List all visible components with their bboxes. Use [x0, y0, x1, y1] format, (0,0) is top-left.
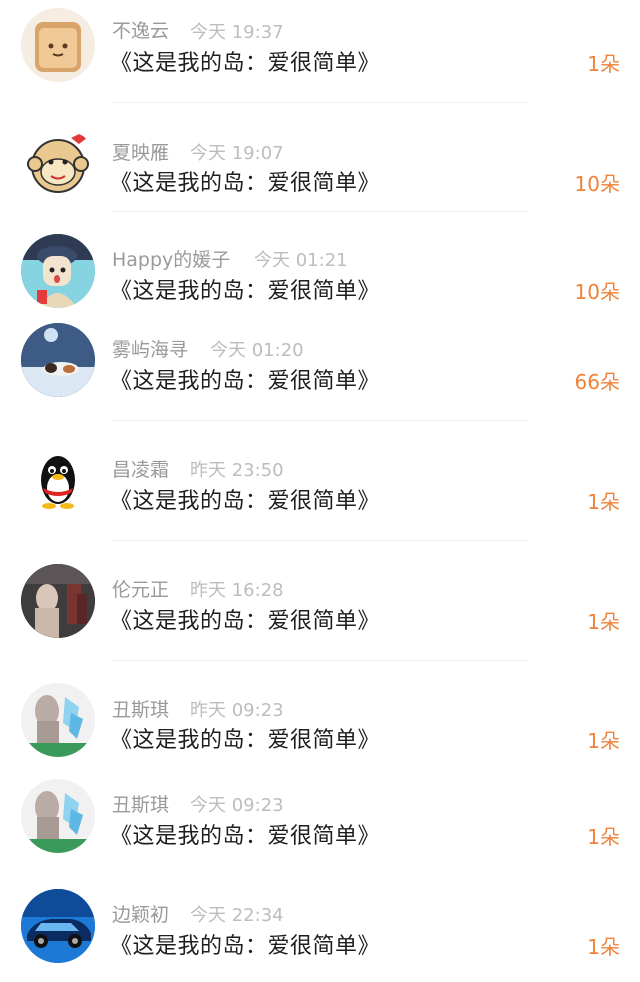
- book-title[interactable]: 《这是我的岛：爱很简单》: [110, 818, 380, 850]
- book-title[interactable]: 《这是我的岛：爱很简单》: [110, 273, 380, 305]
- divider: [112, 660, 528, 661]
- book-title[interactable]: 《这是我的岛：爱很简单》: [110, 722, 380, 754]
- timestamp: 今天 09:23: [190, 795, 284, 816]
- penguin-icon[interactable]: [21, 444, 95, 518]
- list-item[interactable]: 不逸云 今天 19:37 《这是我的岛：爱很简单》 1朵: [0, 0, 640, 120]
- photo-icon[interactable]: [21, 564, 95, 638]
- book-title[interactable]: 《这是我的岛：爱很简单》: [110, 483, 380, 515]
- user-name[interactable]: 伦元正: [112, 575, 169, 602]
- timestamp: 今天 19:37: [190, 22, 284, 43]
- user-name[interactable]: 雾屿海寻: [112, 335, 188, 362]
- book-title[interactable]: 《这是我的岛：爱很简单》: [110, 603, 380, 635]
- list-item[interactable]: 夏映雁 今天 19:07 《这是我的岛：爱很简单》 10朵: [0, 120, 640, 240]
- flower-count: 1朵: [587, 52, 620, 76]
- book-title[interactable]: 《这是我的岛：爱很简单》: [110, 928, 380, 960]
- timestamp: 昨天 23:50: [190, 460, 284, 481]
- flower-count: 10朵: [574, 280, 620, 304]
- timestamp: 今天 01:21: [254, 250, 348, 271]
- flower-count: 1朵: [587, 610, 620, 634]
- flower-count: 10朵: [574, 172, 620, 196]
- book-title[interactable]: 《这是我的岛：爱很简单》: [110, 45, 380, 77]
- cartoon-girl-icon[interactable]: [21, 234, 95, 308]
- list-item[interactable]: 雾屿海寻 今天 01:20 《这是我的岛：爱很简单》 66朵: [0, 318, 640, 438]
- timestamp: 昨天 09:23: [190, 700, 284, 721]
- statue-photo-icon[interactable]: [21, 683, 95, 757]
- timestamp: 昨天 16:28: [190, 580, 284, 601]
- toast-icon[interactable]: [21, 8, 95, 82]
- flower-count: 1朵: [587, 490, 620, 514]
- user-name[interactable]: Happy的媛子: [112, 245, 230, 272]
- user-name[interactable]: 夏映雁: [112, 138, 169, 165]
- timestamp: 今天 01:20: [210, 340, 304, 361]
- list-item[interactable]: 昌凌霜 昨天 23:50 《这是我的岛：爱很简单》 1朵: [0, 438, 640, 558]
- monkey-icon[interactable]: [21, 126, 95, 200]
- flower-count: 1朵: [587, 729, 620, 753]
- divider: [112, 420, 528, 421]
- user-name[interactable]: 昌凌霜: [112, 455, 169, 482]
- divider: [112, 102, 528, 103]
- list-item[interactable]: 边颖初 今天 22:34 《这是我的岛：爱很简单》 1朵: [0, 883, 640, 982]
- list-item[interactable]: 丑斯琪 今天 09:23 《这是我的岛：爱很简单》 1朵: [0, 773, 640, 893]
- flower-count: 1朵: [587, 935, 620, 959]
- car-icon[interactable]: [21, 889, 95, 963]
- user-name[interactable]: 丑斯琪: [112, 790, 169, 817]
- flower-count: 1朵: [587, 825, 620, 849]
- divider: [112, 211, 528, 212]
- user-name[interactable]: 不逸云: [112, 16, 169, 43]
- user-name[interactable]: 边颖初: [112, 900, 169, 927]
- book-title[interactable]: 《这是我的岛：爱很简单》: [110, 165, 380, 197]
- statue-photo-icon[interactable]: [21, 779, 95, 853]
- divider: [112, 540, 528, 541]
- book-title[interactable]: 《这是我的岛：爱很简单》: [110, 363, 380, 395]
- user-name[interactable]: 丑斯琪: [112, 695, 169, 722]
- timestamp: 今天 22:34: [190, 905, 284, 926]
- list-item[interactable]: 伦元正 昨天 16:28 《这是我的岛：爱很简单》 1朵: [0, 558, 640, 678]
- cat-photo-icon[interactable]: [21, 323, 95, 397]
- flower-count: 66朵: [574, 370, 620, 394]
- timestamp: 今天 19:07: [190, 143, 284, 164]
